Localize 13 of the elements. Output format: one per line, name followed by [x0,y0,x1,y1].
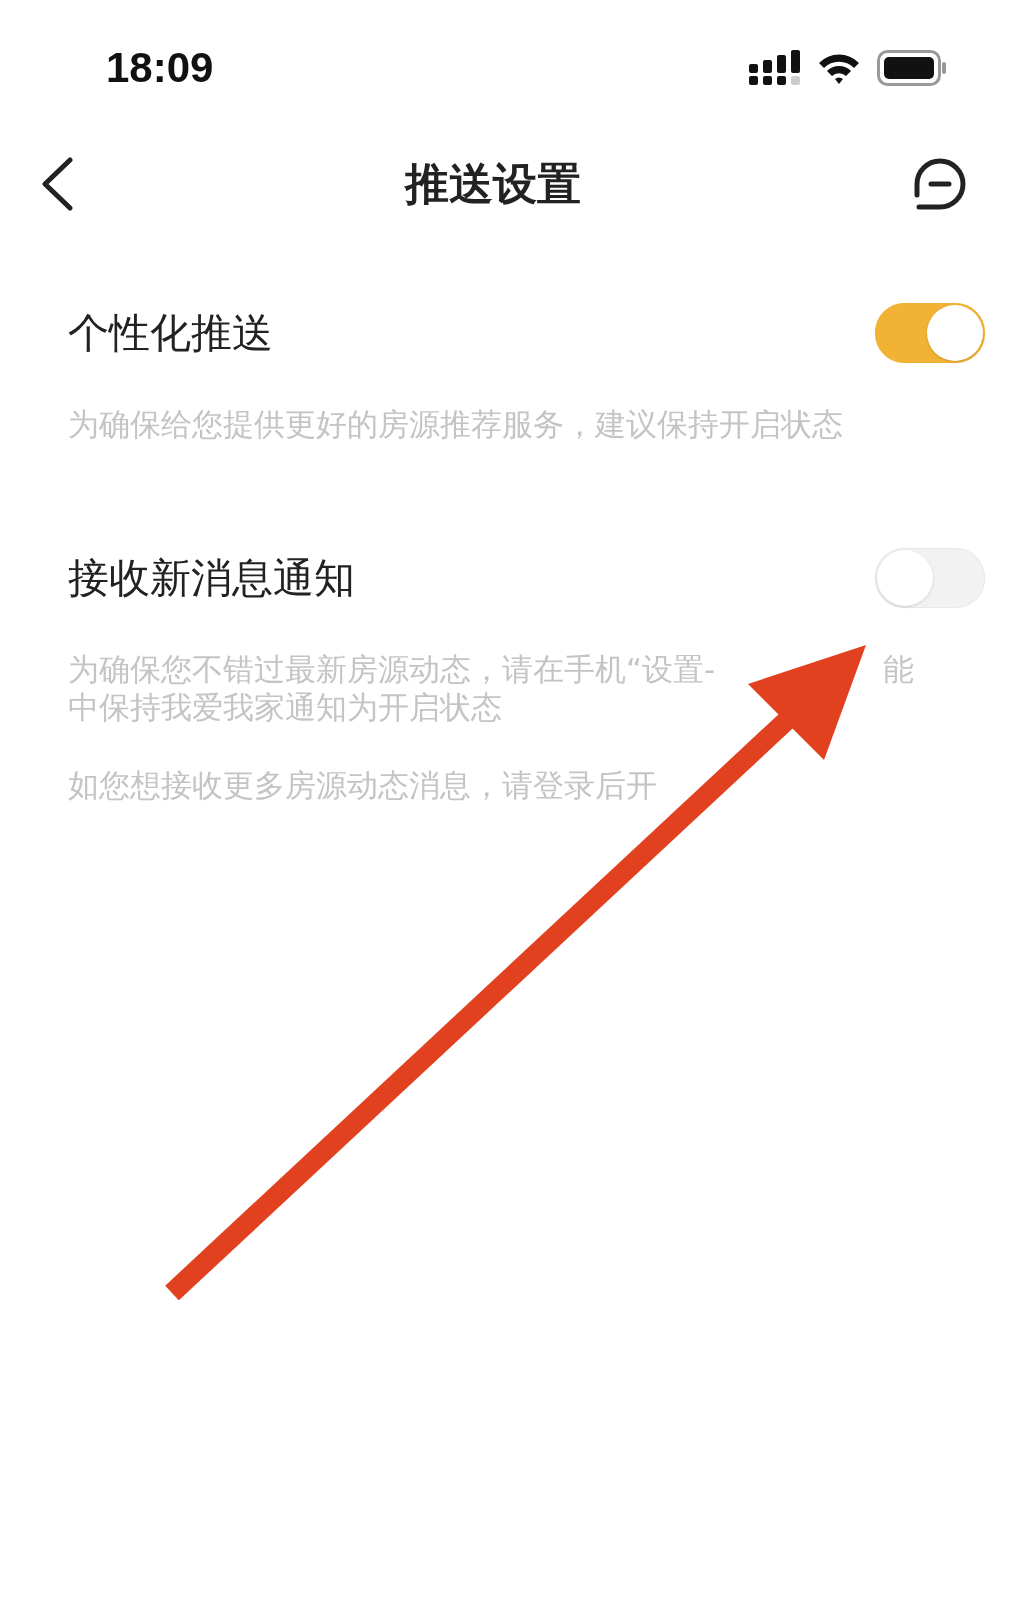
description-text: 为确保您不错过最新房源动态，请在手机“设置- [68,650,716,688]
battery-icon [877,50,947,86]
description-text: 中保持我爱我家通知为开启状态 [68,688,502,726]
signal-icon [749,50,801,86]
page-title: 推送设置 [404,156,581,211]
setting-title: 个性化推送 [68,307,273,359]
status-time: 18:09 [106,44,214,92]
description-text: 能 [883,650,914,688]
toggle-switch[interactable] [875,303,985,363]
description-text: 如您想接收更多房源动态消息，请登录后开 [68,766,657,804]
setting-title: 接收新消息通知 [68,552,355,604]
description-text: 为确保给您提供更好的房源推荐服务，建议保持开启状态 [68,405,843,443]
back-icon[interactable] [40,157,74,211]
